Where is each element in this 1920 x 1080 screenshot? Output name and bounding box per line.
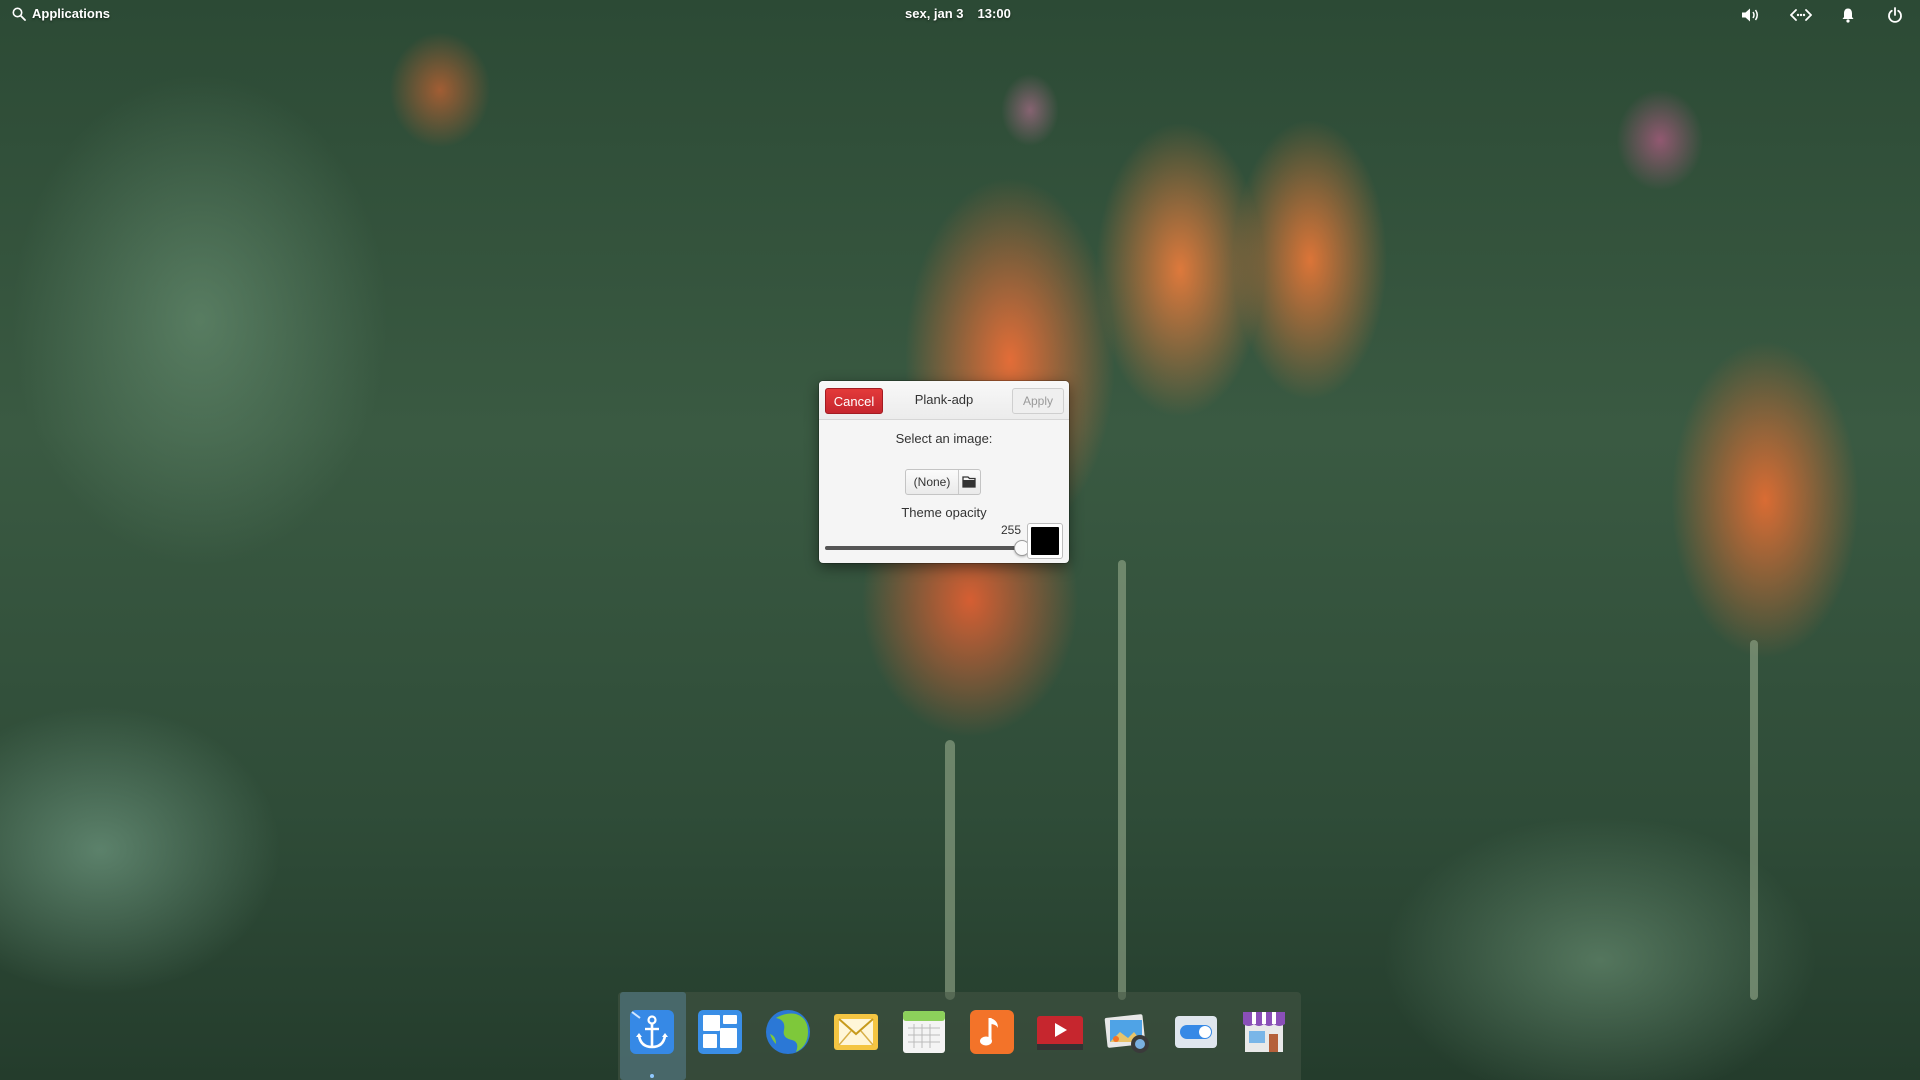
dock-item-web-browser[interactable] (762, 1006, 814, 1058)
calendar-icon (903, 1011, 945, 1053)
dock-item-mail[interactable] (830, 1006, 882, 1058)
opacity-value-label: 255 (1000, 523, 1021, 537)
folder-icon (962, 476, 976, 488)
notifications-indicator[interactable] (1837, 5, 1859, 25)
top-panel: Applications sex, jan 3 13:00 (0, 0, 1920, 30)
plank-dock (618, 992, 1301, 1080)
time-label: 13:00 (977, 6, 1011, 21)
plank-adp-dialog: Cancel Plank-adp Apply Select an image: … (819, 381, 1069, 563)
theme-opacity-label: Theme opacity (901, 505, 987, 520)
web-browser-icon (766, 1010, 810, 1054)
power-indicator[interactable] (1884, 5, 1906, 25)
appcenter-icon (1243, 1012, 1285, 1052)
music-icon (970, 1010, 1014, 1054)
network-indicator[interactable] (1790, 5, 1812, 25)
apply-button[interactable]: Apply (1012, 388, 1064, 414)
dialog-header: Cancel Plank-adp Apply (819, 381, 1069, 420)
cancel-button[interactable]: Cancel (825, 388, 883, 414)
dock-item-appcenter[interactable] (1238, 1006, 1290, 1058)
date-label: sex, jan 3 (905, 6, 964, 21)
wallpaper-stem (945, 740, 955, 1000)
color-picker-button[interactable] (1027, 523, 1063, 559)
image-file-chooser-button[interactable]: (None) (905, 469, 981, 495)
system-settings-icon (1175, 1016, 1217, 1048)
color-swatch (1031, 527, 1059, 555)
power-icon (1888, 7, 1902, 23)
multitasking-view-icon (698, 1010, 742, 1054)
running-indicator-dot (650, 1074, 654, 1078)
wallpaper-stem (1750, 640, 1758, 1000)
desktop-wallpaper: Applications sex, jan 3 13:00 Cancel Pla… (0, 0, 1920, 1080)
videos-icon (1037, 1016, 1083, 1050)
opacity-slider-fill (825, 546, 1021, 550)
search-icon (12, 7, 26, 21)
opacity-slider[interactable] (825, 540, 1030, 556)
volume-indicator[interactable] (1740, 5, 1762, 25)
volume-icon (1742, 8, 1758, 22)
plank-anchor-icon (630, 1010, 674, 1054)
date-time-indicator[interactable]: sex, jan 3 13:00 (905, 6, 1011, 21)
applications-label: Applications (32, 6, 111, 21)
dialog-title: Plank-adp (914, 392, 974, 407)
photos-icon (1104, 1014, 1149, 1053)
mail-icon (834, 1014, 878, 1050)
dock-item-system-settings[interactable] (1170, 1006, 1222, 1058)
dock-item-multitasking-view[interactable] (694, 1006, 746, 1058)
file-chooser-value: (None) (913, 475, 951, 489)
dock-item-music[interactable] (966, 1006, 1018, 1058)
dock-item-calendar[interactable] (898, 1006, 950, 1058)
select-image-label: Select an image: (895, 431, 993, 446)
dock-item-photos[interactable] (1102, 1006, 1154, 1058)
dock-item-plank[interactable] (626, 1006, 678, 1058)
wallpaper-stem (1118, 560, 1126, 1000)
network-icon (1790, 9, 1812, 21)
applications-menu-button[interactable]: Applications (12, 6, 110, 21)
notifications-icon (1842, 8, 1854, 23)
dock-item-videos[interactable] (1034, 1006, 1086, 1058)
